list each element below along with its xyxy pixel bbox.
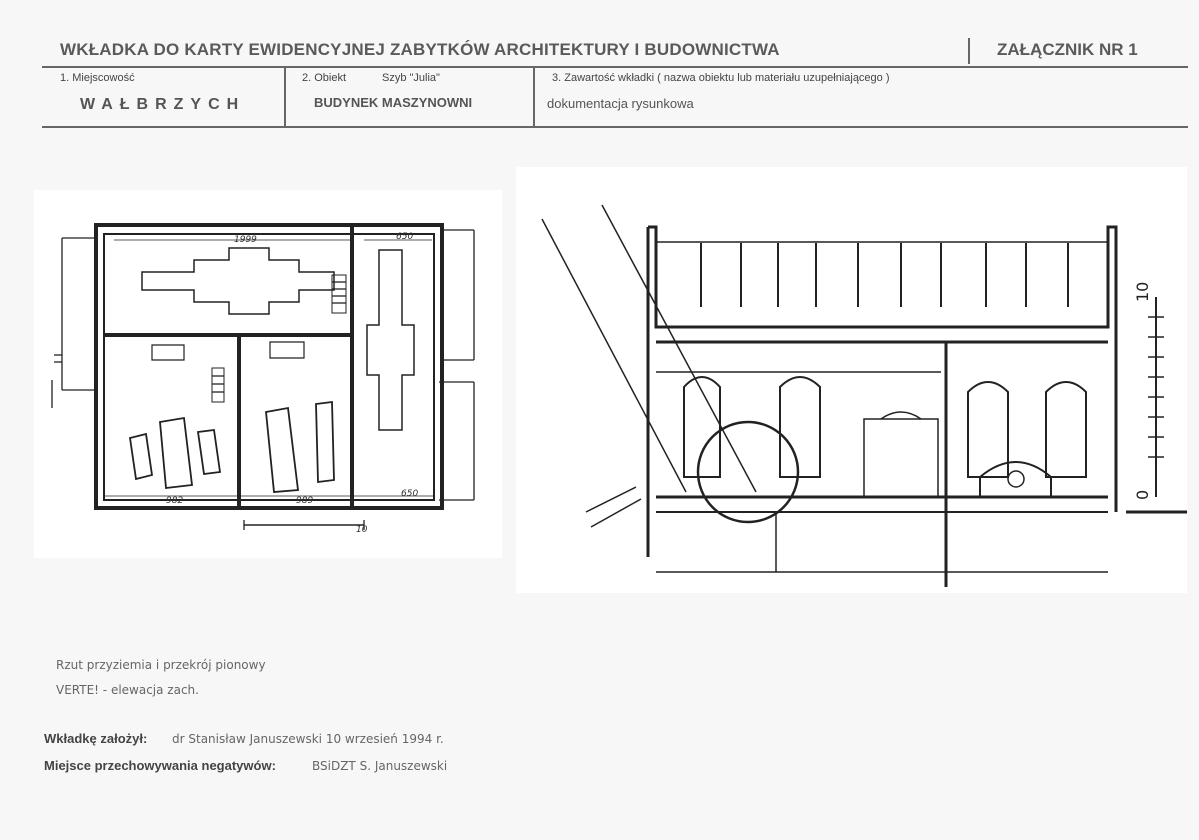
card-title: WKŁADKA DO KARTY EWIDENCYJNEJ ZABYTKÓW A… [60,40,780,59]
plan-dim-top: 1999 [234,235,257,245]
plan-dim-bottom-mid: 989 [296,496,313,506]
floor-plan-drawing: 1999 650 982 989 650 10 [34,190,502,558]
section-scale-top: 10 [1133,282,1152,302]
object-shaft: Szyb "Julia" [382,72,440,84]
note-line-1: Rzut przyziemia i przekrój pionowy [56,658,266,672]
storage-label: Miejsce przechowywania negatywów: [44,758,276,773]
contents-label: 3. Zawartość wkładki ( nazwa obiektu lub… [552,72,890,84]
locality-value: WAŁBRZYCH [80,96,246,113]
locality-label: 1. Miejscowość [60,72,135,84]
field-divider-2 [533,67,535,127]
plan-dim-bottom-right: 650 [401,489,418,499]
object-label: 2. Obiekt [302,72,347,84]
field-divider-1 [284,67,286,127]
note-line-2: VERTE! - elewacja zach. [56,683,199,697]
founded-label: Wkładkę założył: [44,731,148,746]
fields-rule [42,126,1188,128]
contents-value: dokumentacja rysunkowa [547,96,694,111]
header-divider [968,38,970,64]
attachment-number: ZAŁĄCZNIK NR 1 [997,40,1138,59]
plan-dim-bottom-left: 982 [166,496,183,506]
plan-scale-label: 10 [356,525,368,535]
object-value: BUDYNEK MASZYNOWNI [314,95,473,110]
section-scale-bottom: 0 [1133,490,1152,500]
vertical-section-drawing: 10 0 [516,167,1187,593]
plan-dim-right-top: 650 [396,232,413,242]
header-rule [42,66,1188,68]
founded-value: dr Stanisław Januszewski 10 wrzesień 199… [172,732,444,746]
storage-value: BSiDZT S. Januszewski [312,759,448,773]
